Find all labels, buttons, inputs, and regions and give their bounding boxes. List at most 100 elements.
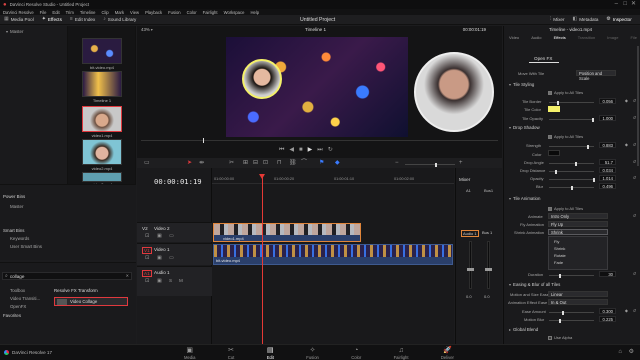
dropdown-option-fade[interactable]: Fade <box>549 258 607 265</box>
checkbox[interactable] <box>548 335 552 340</box>
menu-item[interactable]: File <box>40 10 47 15</box>
reset-icon[interactable]: ↺ <box>633 214 636 218</box>
reset-icon[interactable]: ↺ <box>633 160 636 164</box>
flag-icon[interactable]: ⚑ <box>319 160 324 166</box>
opacity-slider[interactable] <box>549 177 595 182</box>
trim-tool-icon[interactable]: ⇹ <box>199 160 204 166</box>
tile-border-slider[interactable] <box>549 100 594 105</box>
auto-select-icon[interactable]: ▣ <box>157 234 162 239</box>
page-tab-fusion[interactable]: ✧ Fusion <box>306 347 319 360</box>
effect-video-collage[interactable]: Video Collage <box>54 297 128 306</box>
edit-index-button[interactable]: ≡ Edit Index <box>70 17 95 23</box>
reset-icon[interactable]: ↺ <box>633 99 636 103</box>
menu-item[interactable]: DaVinci Resolve <box>3 10 34 15</box>
layout-icon[interactable]: ▭ <box>144 160 150 166</box>
fader-track-a1[interactable] <box>467 241 474 289</box>
close-icon[interactable]: ✕ <box>631 1 636 7</box>
clip-v2[interactable]: video1.mp4 <box>213 223 361 242</box>
toolbox-item[interactable]: Toolbox <box>10 288 25 293</box>
auto-select-icon[interactable]: ▣ <box>157 256 162 261</box>
thumbnail-video1[interactable] <box>82 106 122 132</box>
viewer-timeline-name[interactable]: Timeline 1 <box>305 27 326 32</box>
video-transitions-item[interactable]: Video Transiti... <box>10 296 40 301</box>
fly-animation-dropdown[interactable]: Fly Up <box>548 221 608 227</box>
motion-blur-value[interactable]: 0.225 <box>599 316 616 322</box>
thumbnail-bit-video[interactable] <box>82 38 122 64</box>
animation-effect-ease-dropdown[interactable]: In & Out <box>548 299 608 305</box>
fader-track-bus1[interactable] <box>485 241 492 289</box>
keyframe-icon[interactable]: ◆ <box>625 143 628 147</box>
selection-tool-icon[interactable]: ➤ <box>187 160 192 166</box>
minimize-icon[interactable]: – <box>615 1 618 7</box>
blade-tool-icon[interactable]: ✂ <box>229 160 234 166</box>
snapping-icon[interactable]: ⊓ <box>277 160 282 166</box>
page-tab-edit[interactable]: ▤ Edit <box>267 347 274 360</box>
visibility-icon[interactable]: ▭ <box>169 256 174 261</box>
bin-master[interactable]: ▾ Master <box>0 26 67 34</box>
thumbnail-video3[interactable] <box>82 172 122 182</box>
reset-icon[interactable]: ↺ <box>633 116 636 120</box>
menu-item[interactable]: Fairlight <box>203 10 218 15</box>
menu-item[interactable]: View <box>130 10 139 15</box>
animate-dropdown[interactable]: Intro Only <box>548 213 608 219</box>
global-blend-section[interactable]: ▸ Global Blend <box>509 327 538 332</box>
linked-selection-icon[interactable]: ⛓ <box>289 160 297 166</box>
easing-section[interactable]: ▾ Easing & Blur of all Tiles <box>509 282 560 287</box>
drop-angle-slider[interactable] <box>549 161 594 166</box>
home-icon[interactable]: ⌂ <box>618 349 622 355</box>
lock-icon[interactable]: ⊡ <box>145 279 149 284</box>
inspector-tab-file[interactable]: File <box>631 35 637 40</box>
metadata-button[interactable]: ◧ Metadata <box>573 17 599 23</box>
reset-icon[interactable]: ↺ <box>633 143 636 147</box>
overwrite-icon[interactable]: ⊟ <box>253 160 258 166</box>
visibility-icon[interactable]: ▭ <box>169 234 174 239</box>
inspector-tab-video[interactable]: Video <box>509 35 519 40</box>
page-tab-color[interactable]: ◔ Color <box>351 347 361 360</box>
tile-opacity-value[interactable]: 1.000 <box>599 115 616 121</box>
mixer-button[interactable]: ⫶ Mixer <box>550 17 565 23</box>
viewer-playhead[interactable] <box>203 138 204 143</box>
checkbox[interactable] <box>548 90 552 95</box>
open-fx-tab[interactable]: Open FX <box>534 56 552 61</box>
ease-amount-slider[interactable] <box>549 310 594 315</box>
apply-all-tiles-1[interactable]: Apply to All Tiles <box>548 90 583 95</box>
track-header-v1[interactable]: V1 Video 1 ⊡ ▣ ▭ <box>137 243 212 265</box>
use-alpha[interactable]: Use Alpha <box>548 335 572 340</box>
play-reverse-icon[interactable]: ◀ <box>289 147 294 153</box>
zoom-slider[interactable] <box>405 162 455 167</box>
timeline-playhead[interactable] <box>262 176 263 344</box>
checkbox[interactable] <box>548 134 552 139</box>
motion-blur-slider[interactable] <box>549 318 594 323</box>
page-tab-fairlight[interactable]: ♫ Fairlight <box>394 347 409 360</box>
insert-icon[interactable]: ⊞ <box>243 160 248 166</box>
inspector-tab-effects[interactable]: Effects <box>554 35 566 40</box>
search-input[interactable]: collage <box>10 274 25 279</box>
move-with-tile-dropdown[interactable]: Position and Scale <box>576 70 616 81</box>
keyframe-icon[interactable]: ◆ <box>625 309 628 313</box>
motion-ease-dropdown[interactable]: Linear <box>548 291 608 297</box>
menu-item[interactable]: Clip <box>102 10 109 15</box>
drop-distance-value[interactable]: 0.034 <box>599 167 616 173</box>
opacity-value[interactable]: 1.014 <box>599 175 616 181</box>
tile-animation-section[interactable]: ▾ Tile Animation <box>509 196 540 201</box>
menu-item[interactable]: Fusion <box>168 10 181 15</box>
apply-all-tiles-3[interactable]: Apply to All Tiles <box>548 206 583 211</box>
apply-all-tiles-2[interactable]: Apply to All Tiles <box>548 134 583 139</box>
auto-select-icon[interactable]: ▣ <box>157 279 162 284</box>
dropdown-option-fly[interactable]: Fly <box>549 237 607 244</box>
duration-value[interactable]: 30 <box>599 271 616 277</box>
timeline-ruler[interactable]: 01:00:00:00 01:00:00:20 01:00:01:10 01:0… <box>212 176 454 184</box>
menu-item[interactable]: Edit <box>52 10 59 15</box>
duration-slider[interactable] <box>549 273 594 278</box>
drop-shadow-section[interactable]: ▾ Drop Shadow <box>509 125 540 130</box>
effects-button[interactable]: ✦ Effects <box>42 17 62 23</box>
checkbox[interactable] <box>548 206 552 211</box>
tile-color-swatch[interactable] <box>548 106 560 112</box>
page-tab-media[interactable]: ▣ Media <box>184 347 195 360</box>
play-icon[interactable]: ▶ <box>308 147 313 153</box>
tile-styling-section[interactable]: ▾ Tile Styling <box>509 82 534 87</box>
clip-v1[interactable]: bit-video.mp4 <box>213 244 453 265</box>
dropdown-option-shrink[interactable]: Shrink <box>549 244 607 251</box>
menu-item[interactable]: Trim <box>66 10 74 15</box>
media-pool-button[interactable]: ▦ Media Pool <box>4 17 34 23</box>
